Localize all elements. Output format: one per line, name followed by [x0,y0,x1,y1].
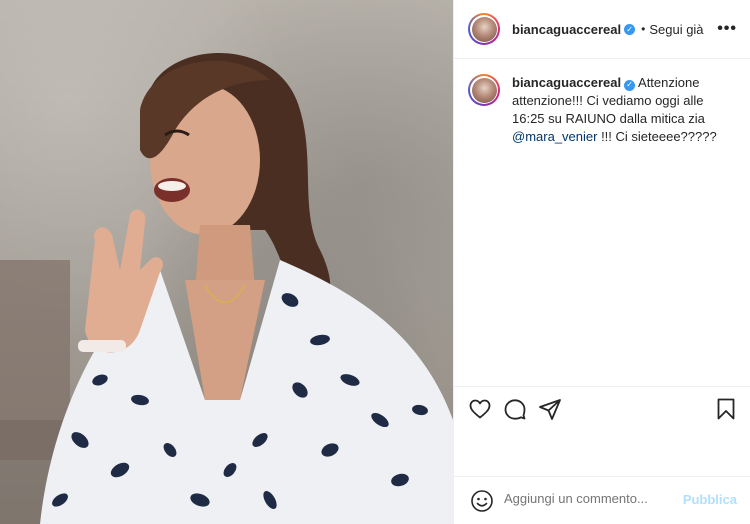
post-caption: biancaguaccereal ✓ Attenzione attenzione!… [468,74,738,146]
avatar[interactable] [468,13,500,45]
header-username[interactable]: biancaguaccereal [512,22,621,37]
caption-verified-badge-icon: ✓ [624,79,636,91]
emoji-icon[interactable] [470,489,494,513]
bookmark-icon[interactable] [714,397,738,421]
comment-icon[interactable] [503,397,527,421]
share-icon[interactable] [538,397,562,421]
more-options-icon[interactable]: ••• [717,20,737,38]
header-separator: • [641,22,646,36]
post-actions [454,386,750,476]
caption-username[interactable]: biancaguaccereal [512,75,621,90]
caption-text: biancaguaccereal ✓ Attenzione attenzione!… [512,74,738,146]
caption-mention-link[interactable]: @mara_venier [512,129,597,144]
post-header: biancaguaccereal ✓ • Segui già ••• [454,0,750,59]
photo-illustration [0,52,453,524]
publish-button[interactable]: Pubblica [683,492,737,507]
verified-badge-icon: ✓ [624,23,636,35]
caption-avatar[interactable] [468,74,500,106]
heart-icon[interactable] [468,397,492,421]
comment-bar: Pubblica [454,476,750,524]
caption-body-end: !!! Ci sieteeee????? [597,129,717,144]
follow-button[interactable]: Segui già [649,22,703,37]
post-side-panel: biancaguaccereal ✓ • Segui già ••• bianc… [453,0,750,524]
comment-input[interactable] [504,491,674,506]
post-photo[interactable] [0,0,453,524]
